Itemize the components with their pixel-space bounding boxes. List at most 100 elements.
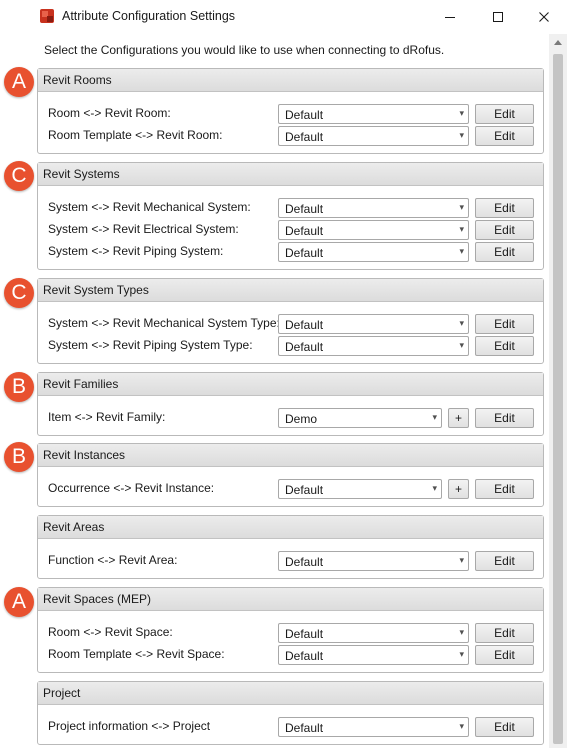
edit-button[interactable]: Edit — [475, 104, 534, 124]
chevron-down-icon: ▾ — [459, 108, 464, 118]
config-dropdown[interactable]: Default ▾ — [278, 126, 469, 146]
chevron-down-icon: ▾ — [459, 555, 464, 565]
annotation-marker: C — [4, 161, 34, 191]
config-dropdown[interactable]: Default ▾ — [278, 242, 469, 262]
config-dropdown[interactable]: Default ▾ — [278, 336, 469, 356]
config-row: System <-> Revit Mechanical System Type:… — [38, 314, 543, 336]
config-dropdown[interactable]: Default ▾ — [278, 479, 442, 499]
group-header: Project — [38, 682, 543, 705]
config-row: System <-> Revit Electrical System: Defa… — [38, 220, 543, 242]
dropdown-value: Default — [285, 483, 324, 497]
annotation-marker: B — [4, 372, 34, 402]
group-header: Revit Systems — [38, 163, 543, 186]
row-label: System <-> Revit Piping System Type: — [48, 338, 253, 352]
config-dropdown[interactable]: Default ▾ — [278, 623, 469, 643]
config-dropdown[interactable]: Default ▾ — [278, 551, 469, 571]
edit-button[interactable]: Edit — [475, 408, 534, 428]
edit-button[interactable]: Edit — [475, 126, 534, 146]
row-label: Occurrence <-> Revit Instance: — [48, 481, 215, 495]
edit-button[interactable]: Edit — [475, 314, 534, 334]
dropdown-value: Default — [285, 721, 324, 735]
group-revit-rooms: Revit Rooms Room <-> Revit Room: Default… — [37, 68, 544, 154]
group-header: Revit Families — [38, 373, 543, 396]
config-dropdown[interactable]: Default ▾ — [278, 198, 469, 218]
chevron-down-icon: ▾ — [459, 130, 464, 140]
row-label: Project information <-> Project — [48, 719, 211, 733]
config-dropdown[interactable]: Default ▾ — [278, 314, 469, 334]
dropdown-value: Default — [285, 224, 324, 238]
edit-button[interactable]: Edit — [475, 645, 534, 665]
group-revit-system-types: Revit System Types System <-> Revit Mech… — [37, 278, 544, 364]
group-revit-systems: Revit Systems System <-> Revit Mechanica… — [37, 162, 544, 270]
content-area: Revit Rooms Room <-> Revit Room: Default… — [0, 0, 548, 748]
annotation-marker: B — [4, 442, 34, 472]
group-revit-spaces: Revit Spaces (MEP) Room <-> Revit Space:… — [37, 587, 544, 673]
config-dropdown[interactable]: Default ▾ — [278, 717, 469, 737]
group-header: Revit Rooms — [38, 69, 543, 92]
chevron-down-icon: ▾ — [459, 649, 464, 659]
group-project: Project Project information <-> Project … — [37, 681, 544, 745]
edit-button[interactable]: Edit — [475, 717, 534, 737]
row-label: Room Template <-> Revit Space: — [48, 647, 225, 661]
config-row: Function <-> Revit Area: Default ▾ Edit — [38, 551, 543, 573]
config-dropdown[interactable]: Default ▾ — [278, 104, 469, 124]
add-button[interactable]: + — [448, 408, 469, 428]
chevron-down-icon: ▾ — [459, 318, 464, 328]
group-header: Revit Areas — [38, 516, 543, 539]
chevron-down-icon: ▾ — [459, 340, 464, 350]
group-header: Revit Spaces (MEP) — [38, 588, 543, 611]
config-row: Room <-> Revit Space: Default ▾ Edit — [38, 623, 543, 645]
row-label: System <-> Revit Electrical System: — [48, 222, 239, 236]
chevron-down-icon: ▾ — [459, 246, 464, 256]
group-header: Revit Instances — [38, 444, 543, 467]
config-dropdown[interactable]: Default ▾ — [278, 220, 469, 240]
config-row: Room Template <-> Revit Room: Default ▾ … — [38, 126, 543, 148]
scroll-up-button[interactable] — [549, 34, 567, 50]
edit-button[interactable]: Edit — [475, 336, 534, 356]
add-button[interactable]: + — [448, 479, 469, 499]
vertical-scrollbar[interactable] — [549, 34, 567, 748]
config-dropdown[interactable]: Demo ▾ — [278, 408, 442, 428]
config-row: Room Template <-> Revit Space: Default ▾… — [38, 645, 543, 667]
config-dropdown[interactable]: Default ▾ — [278, 645, 469, 665]
dropdown-value: Default — [285, 130, 324, 144]
dropdown-value: Demo — [285, 412, 318, 426]
config-row: Occurrence <-> Revit Instance: Default ▾… — [38, 479, 543, 501]
dropdown-value: Default — [285, 649, 324, 663]
chevron-down-icon: ▾ — [432, 483, 437, 493]
annotation-marker: C — [4, 278, 34, 308]
edit-button[interactable]: Edit — [475, 551, 534, 571]
row-label: Room <-> Revit Space: — [48, 625, 173, 639]
chevron-down-icon: ▾ — [459, 202, 464, 212]
dropdown-value: Default — [285, 340, 324, 354]
row-label: Item <-> Revit Family: — [48, 410, 166, 424]
dropdown-value: Default — [285, 108, 324, 122]
row-label: System <-> Revit Mechanical System Type: — [48, 316, 280, 330]
caret-up-icon — [554, 40, 562, 45]
config-row: System <-> Revit Piping System Type: Def… — [38, 336, 543, 358]
config-row: Room <-> Revit Room: Default ▾ Edit — [38, 104, 543, 126]
chevron-down-icon: ▾ — [459, 721, 464, 731]
dropdown-value: Default — [285, 202, 324, 216]
chevron-down-icon: ▾ — [459, 224, 464, 234]
config-row: System <-> Revit Piping System: Default … — [38, 242, 543, 264]
chevron-down-icon: ▾ — [459, 627, 464, 637]
row-label: Room <-> Revit Room: — [48, 106, 171, 120]
scrollbar-thumb[interactable] — [553, 54, 563, 744]
row-label: Function <-> Revit Area: — [48, 553, 178, 567]
edit-button[interactable]: Edit — [475, 623, 534, 643]
row-label: System <-> Revit Piping System: — [48, 244, 224, 258]
config-row: Project information <-> Project Default … — [38, 717, 543, 739]
config-row: Item <-> Revit Family: Demo ▾ + Edit — [38, 408, 543, 430]
edit-button[interactable]: Edit — [475, 479, 534, 499]
attribute-configuration-window: Attribute Configuration Settings Select … — [0, 0, 567, 748]
group-revit-instances: Revit Instances Occurrence <-> Revit Ins… — [37, 443, 544, 507]
edit-button[interactable]: Edit — [475, 220, 534, 240]
annotation-marker: A — [4, 587, 34, 617]
edit-button[interactable]: Edit — [475, 198, 534, 218]
dropdown-value: Default — [285, 555, 324, 569]
chevron-down-icon: ▾ — [432, 412, 437, 422]
edit-button[interactable]: Edit — [475, 242, 534, 262]
dropdown-value: Default — [285, 246, 324, 260]
config-row: System <-> Revit Mechanical System: Defa… — [38, 198, 543, 220]
